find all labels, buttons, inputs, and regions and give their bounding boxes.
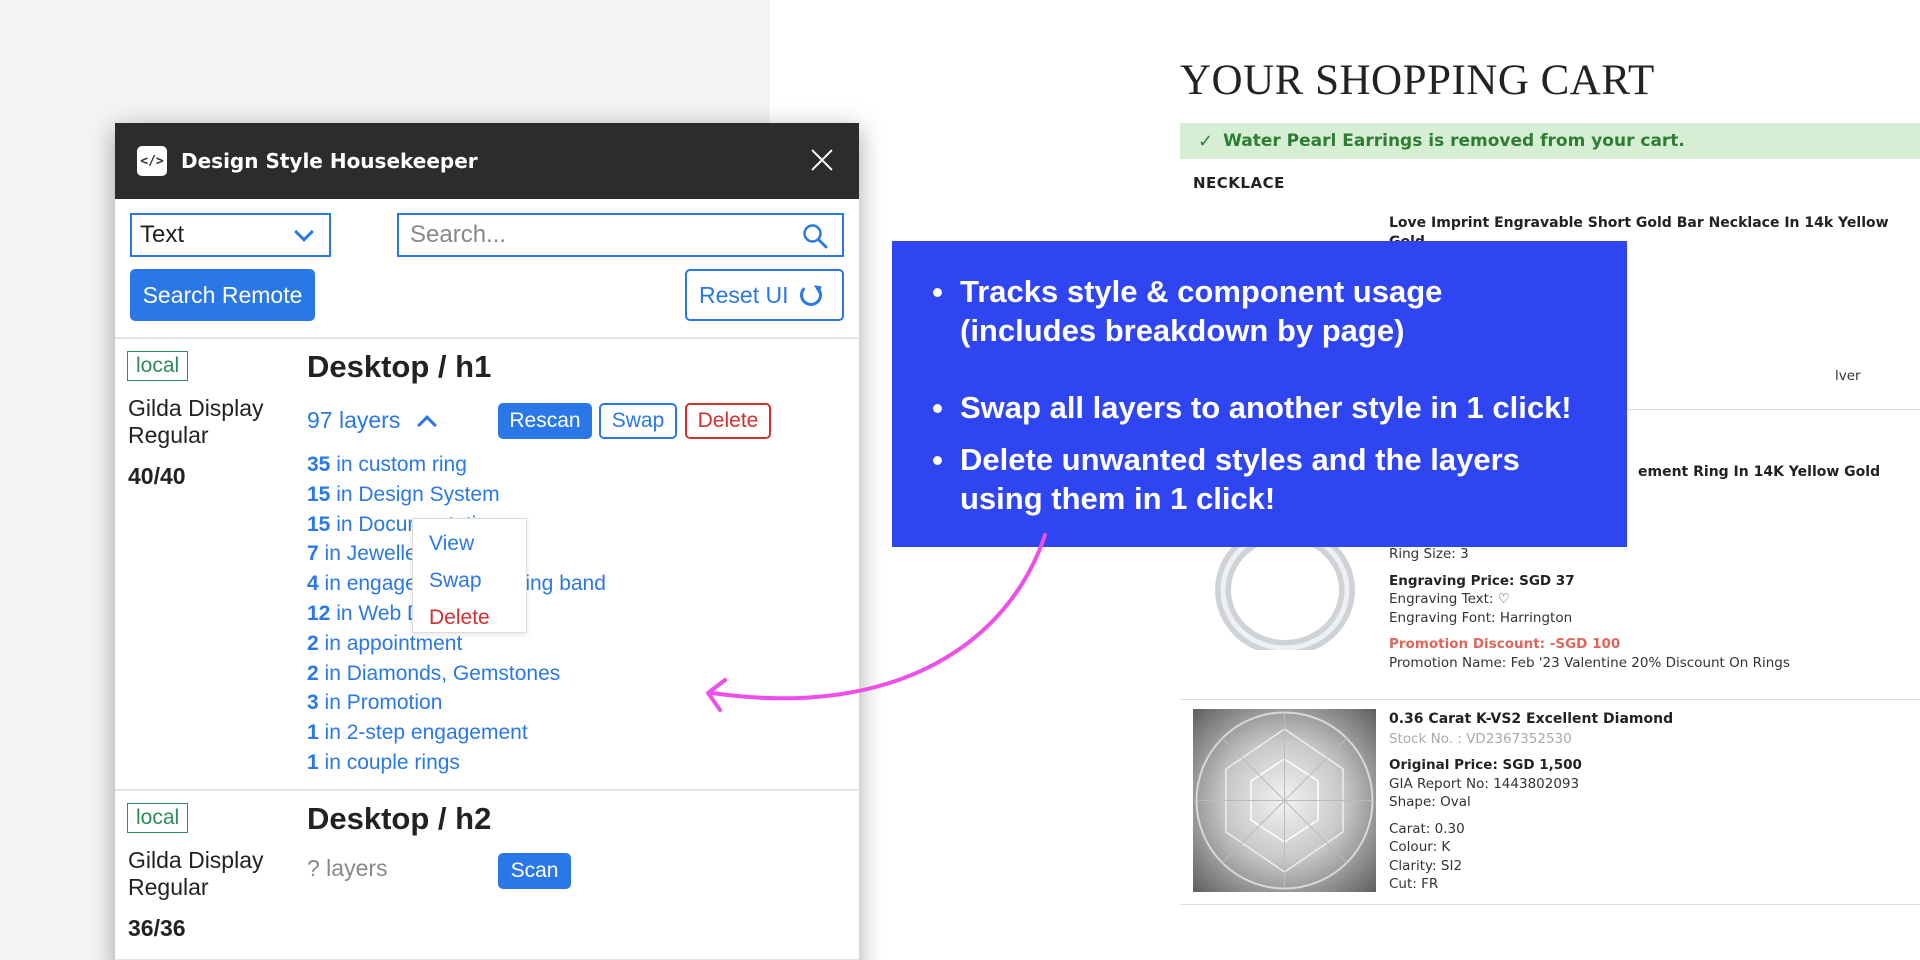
page-usage-item[interactable]: 2 in Diamonds, Gemstones — [307, 659, 606, 689]
search-placeholder: Search... — [410, 221, 507, 248]
item-info: Ring Size: 3 Engraving Price: SGD 37 Eng… — [1389, 545, 1790, 672]
swap-button[interactable]: Swap — [599, 403, 677, 439]
close-icon[interactable] — [807, 145, 837, 175]
rescan-button[interactable]: Rescan — [498, 403, 592, 439]
reset-ui-button[interactable]: Reset UI — [685, 269, 844, 321]
callout-bullet: Delete unwanted styles and the layers us… — [933, 440, 1560, 518]
search-input[interactable]: Search... — [397, 213, 844, 257]
layers-count: 97 layers — [307, 407, 401, 433]
ring-size: Ring Size: 3 — [1389, 546, 1469, 562]
callout-bullet: Tracks style & component usage (includes… — [933, 272, 1520, 350]
item-name-partial[interactable]: ement Ring In 14K Yellow Gold — [1638, 464, 1880, 480]
title-bar: </> Design Style Housekeeper — [115, 123, 859, 199]
engraving-text: Engraving Text: ♡ — [1389, 591, 1510, 607]
colour: Colour: K — [1389, 839, 1451, 855]
diamond-image — [1193, 709, 1376, 892]
delete-button[interactable]: Delete — [685, 403, 771, 439]
type-filter-value: Text — [140, 221, 185, 248]
page-usage-item[interactable]: 1 in 2-step engagement — [307, 718, 606, 748]
promotion-name: Promotion Name: Feb '23 Valentine 20% Di… — [1389, 654, 1790, 671]
search-remote-button[interactable]: Search Remote — [130, 269, 315, 321]
feature-callout: Tracks style & component usage (includes… — [892, 241, 1627, 547]
controls-bar: Text Search... Search Remote Reset UI — [115, 199, 859, 339]
page-usage-item[interactable]: 35 in custom ring — [307, 450, 606, 480]
clarity: Clarity: SI2 — [1389, 857, 1463, 874]
item-info: 0.36 Carat K-VS2 Excellent Diamond Stock… — [1389, 710, 1673, 894]
layers-count: ? layers — [307, 855, 388, 881]
original-price: Original Price: SGD 1,500 — [1389, 757, 1582, 773]
type-filter-select[interactable]: Text — [130, 213, 331, 257]
page-usage-item[interactable]: 15 in Design System — [307, 480, 606, 510]
chevron-down-icon — [294, 222, 314, 242]
removed-notice: ✓ Water Pearl Earrings is removed from y… — [1180, 123, 1920, 159]
cart-item-diamond: 0.36 Carat K-VS2 Excellent Diamond Stock… — [1180, 700, 1920, 905]
cut: Cut: FR — [1389, 876, 1439, 892]
context-menu: View Swap Delete — [412, 518, 527, 633]
carat: Carat: 0.30 — [1389, 820, 1465, 837]
item-name[interactable]: 0.36 Carat K-VS2 Excellent Diamond — [1389, 710, 1673, 729]
shape: Shape: Oval — [1389, 794, 1471, 810]
usage-count: 40/40 — [128, 463, 186, 489]
local-badge: local — [127, 803, 189, 833]
engraving-font: Engraving Font: Harrington — [1389, 609, 1573, 626]
style-row: local Gilda Display Regular 36/36 Deskto… — [115, 791, 859, 960]
local-badge: local — [127, 351, 189, 381]
gia-report: GIA Report No: 1443802093 — [1389, 775, 1580, 792]
callout-bullet: Swap all layers to another style in 1 cl… — [933, 390, 1572, 425]
usage-count: 36/36 — [128, 915, 186, 941]
chevron-up-icon — [417, 414, 438, 435]
checkmark-icon: ✓ — [1198, 130, 1214, 152]
search-icon[interactable] — [802, 223, 828, 249]
stock-number: Stock No. : VD2367352530 — [1389, 730, 1572, 747]
cart-title: YOUR SHOPPING CART — [1180, 57, 1655, 104]
plugin-title: Design Style Housekeeper — [181, 149, 478, 173]
style-name: Desktop / h2 — [307, 801, 492, 836]
refresh-icon — [800, 284, 822, 306]
code-icon: </> — [137, 146, 167, 176]
page-usage-item[interactable]: 3 in Promotion — [307, 688, 606, 718]
menu-item-swap[interactable]: Swap — [413, 562, 526, 599]
promotion-discount: Promotion Discount: -SGD 100 — [1389, 636, 1621, 652]
reset-ui-label: Reset UI — [699, 281, 789, 308]
notice-text: Water Pearl Earrings is removed from you… — [1223, 131, 1685, 151]
engraving-price: Engraving Price: SGD 37 — [1389, 572, 1575, 589]
page-usage-item[interactable]: 1 in couple rings — [307, 748, 606, 778]
font-name: Gilda Display Regular — [128, 395, 264, 448]
item-partial-text: lver — [1835, 368, 1861, 384]
font-name: Gilda Display Regular — [128, 847, 264, 900]
layers-toggle[interactable]: 97 layers — [307, 407, 438, 435]
style-name: Desktop / h1 — [307, 349, 492, 384]
menu-item-delete[interactable]: Delete — [413, 599, 526, 636]
scan-button[interactable]: Scan — [498, 853, 571, 889]
menu-item-view[interactable]: View — [413, 525, 526, 562]
